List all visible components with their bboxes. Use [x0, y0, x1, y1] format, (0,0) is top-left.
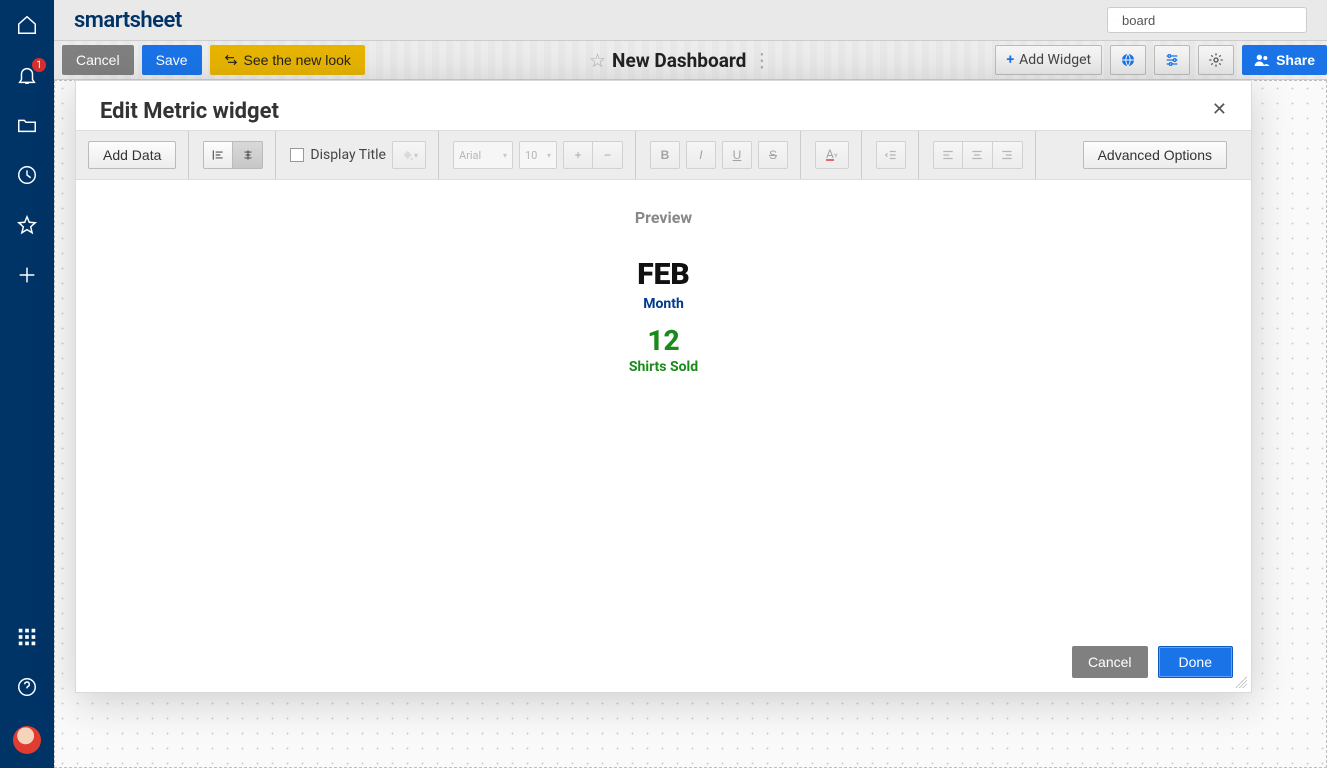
outdent-button	[876, 141, 906, 169]
notification-badge: 1	[32, 58, 46, 72]
nav-create[interactable]	[16, 264, 38, 286]
underline-button: U	[722, 141, 752, 169]
modal-done-button[interactable]: Done	[1158, 646, 1233, 678]
see-new-look-label: See the new look	[244, 52, 351, 68]
align-center-vert-button[interactable]	[233, 141, 263, 169]
outdent-icon	[884, 148, 898, 162]
nav-notifications[interactable]: 1	[16, 64, 38, 86]
font-family-select: Arial▾	[453, 141, 513, 169]
globe-icon	[1120, 52, 1136, 68]
metric-value-label: Shirts Sold	[76, 359, 1251, 375]
nav-recent[interactable]	[16, 164, 38, 186]
paint-bucket-icon	[400, 148, 414, 162]
align-center-icon	[241, 148, 255, 162]
cancel-button[interactable]: Cancel	[62, 45, 134, 75]
preview-label: Preview	[76, 208, 1251, 227]
see-new-look-button[interactable]: See the new look	[210, 45, 365, 75]
text-align-left-icon	[941, 148, 955, 162]
nav-apps[interactable]	[16, 626, 38, 648]
text-align-center-icon	[970, 148, 984, 162]
align-left-vert-button[interactable]	[203, 141, 233, 169]
align-left-icon	[211, 148, 225, 162]
search-icon	[1114, 14, 1115, 27]
strikethrough-button: S	[758, 141, 788, 169]
font-size-select: 10▾	[519, 141, 557, 169]
font-size-decrease: −	[593, 141, 623, 169]
font-size-increase: +	[563, 141, 593, 169]
gear-button[interactable]	[1198, 45, 1234, 75]
settings-sliders-button[interactable]	[1154, 45, 1190, 75]
add-widget-button[interactable]: + Add Widget	[995, 45, 1102, 75]
modal-cancel-button[interactable]: Cancel	[1072, 646, 1148, 678]
metric-value: 12	[76, 324, 1251, 357]
title-fill-color-button: ▾	[392, 141, 426, 169]
nav-folder[interactable]	[16, 114, 38, 136]
add-widget-label: Add Widget	[1019, 52, 1091, 68]
user-avatar[interactable]	[13, 726, 41, 754]
save-button[interactable]: Save	[142, 45, 202, 75]
search-box[interactable]	[1107, 7, 1307, 33]
text-color-button: A▾	[815, 141, 849, 169]
close-icon[interactable]: ✕	[1212, 99, 1227, 120]
preview-area: Preview FEB Month 12 Shirts Sold	[76, 180, 1251, 632]
italic-button: I	[686, 141, 716, 169]
widget-toolbar: Add Data Display Title ▾ Arial▾	[76, 130, 1251, 180]
sliders-icon	[1164, 52, 1180, 68]
search-input[interactable]	[1120, 12, 1300, 29]
metric-month-value: FEB	[76, 257, 1251, 292]
font-family-value: Arial	[459, 149, 481, 162]
nav-help[interactable]	[16, 676, 38, 698]
nav-home[interactable]	[16, 14, 38, 36]
plus-icon: +	[1006, 52, 1014, 68]
swap-icon	[224, 53, 238, 67]
gear-icon	[1208, 52, 1224, 68]
modal-title: Edit Metric widget	[100, 99, 279, 124]
text-align-left	[933, 141, 963, 169]
display-title-checkbox[interactable]	[290, 148, 304, 162]
metric-month-label: Month	[76, 296, 1251, 312]
add-data-button[interactable]: Add Data	[88, 141, 176, 169]
publish-button[interactable]	[1110, 45, 1146, 75]
text-align-right	[993, 141, 1023, 169]
text-align-center	[963, 141, 993, 169]
favorite-star-icon[interactable]: ☆	[589, 49, 606, 72]
text-align-right-icon	[1000, 148, 1014, 162]
share-button[interactable]: Share	[1242, 45, 1327, 75]
display-title-label: Display Title	[310, 147, 386, 163]
edit-metric-widget-modal: Edit Metric widget ✕ Add Data Display Ti…	[75, 80, 1252, 693]
brand-logo: smartsheet	[74, 8, 182, 33]
dashboard-menu-icon[interactable]: ⋮	[752, 49, 771, 72]
nav-favorites[interactable]	[16, 214, 38, 236]
share-label: Share	[1276, 52, 1315, 68]
bold-button: B	[650, 141, 680, 169]
advanced-options-button[interactable]: Advanced Options	[1083, 141, 1227, 169]
people-icon	[1254, 54, 1270, 66]
resize-grip[interactable]	[1235, 676, 1247, 688]
font-size-value: 10	[525, 149, 537, 162]
dashboard-title[interactable]: New Dashboard	[612, 49, 746, 72]
